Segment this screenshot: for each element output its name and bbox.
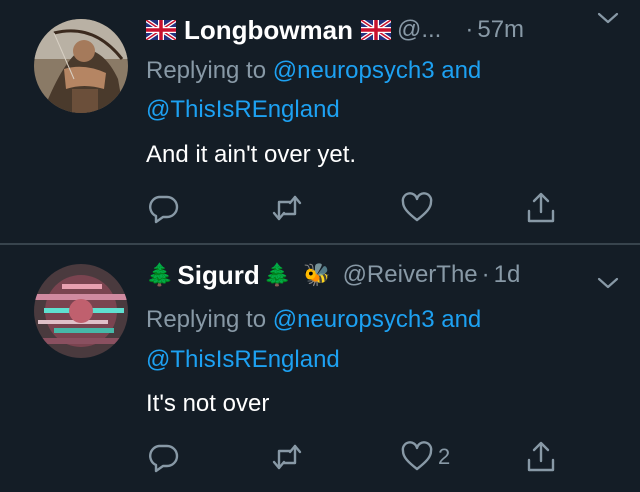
timestamp[interactable]: 57m (477, 16, 524, 44)
like-button[interactable]: 2 (400, 437, 450, 477)
like-count: 2 (438, 444, 451, 469)
mention-link[interactable]: @neuropsych3 (273, 306, 435, 333)
tweet-longbowman[interactable]: Longbowman @... · 57m Replying to @neuro… (0, 0, 640, 244)
share-button[interactable] (524, 437, 558, 477)
share-icon (527, 441, 555, 472)
tweet-actions: 2 (0, 437, 640, 477)
more-options-button[interactable] (596, 275, 620, 291)
retweet-icon (272, 444, 302, 470)
retweet-icon (272, 195, 302, 221)
avatar[interactable] (34, 264, 128, 358)
reply-icon (149, 195, 179, 224)
bee-emoji-icon: 🐝 (303, 262, 331, 287)
mention-link[interactable]: @ThisIsREngland (146, 96, 340, 123)
user-handle[interactable]: @... (397, 16, 441, 44)
archer-avatar-image (34, 19, 128, 113)
replying-to-line-2: @ThisIsREngland (146, 341, 340, 379)
tree-emoji-icon: 🌲 (146, 262, 174, 287)
chevron-down-icon (597, 12, 619, 24)
like-button[interactable] (400, 188, 438, 228)
display-name[interactable]: Longbowman (184, 15, 353, 46)
share-button[interactable] (524, 188, 558, 228)
reply-button[interactable] (146, 188, 180, 228)
tweet-text: It's not over (146, 390, 270, 417)
uk-flag-icon (146, 20, 176, 40)
mention-link[interactable]: @ThisIsREngland (146, 346, 340, 373)
user-handle[interactable]: @ReiverThe (343, 261, 478, 289)
glitch-avatar-image (34, 264, 128, 358)
tweet-sigurd[interactable]: 🌲 Sigurd 🌲 🐝 @ReiverThe · 1d Replying to… (0, 245, 640, 492)
mention-link[interactable]: @neuropsych3 (273, 57, 435, 84)
reply-button[interactable] (146, 437, 180, 477)
retweet-button[interactable] (270, 188, 304, 228)
replying-to-line: Replying to @neuropsych3 and (146, 52, 481, 90)
uk-flag-icon (360, 20, 391, 40)
replying-to-line: Replying to @neuropsych3 and (146, 301, 481, 339)
replying-to-line-2: @ThisIsREngland (146, 91, 340, 129)
retweet-button[interactable] (270, 437, 304, 477)
tweet-header: 🌲 Sigurd 🌲 🐝 @ReiverThe · 1d (146, 257, 626, 293)
display-name[interactable]: Sigurd (177, 260, 259, 291)
more-options-button[interactable] (596, 10, 620, 26)
separator-dot: · (481, 261, 490, 288)
and-label: and (434, 306, 482, 333)
heart-icon (401, 192, 433, 222)
tweet-actions (0, 188, 640, 228)
and-label: and (434, 57, 482, 84)
tweet-text: And it ain't over yet. (146, 141, 357, 168)
replying-to-label: Replying to (146, 57, 273, 84)
tweet-header: Longbowman @... · 57m (146, 12, 626, 48)
avatar[interactable] (34, 19, 128, 113)
timestamp[interactable]: 1d (494, 261, 521, 289)
share-icon (527, 192, 555, 223)
tree-emoji-icon: 🌲 (263, 262, 292, 287)
separator-dot: · (465, 16, 474, 43)
reply-icon (149, 444, 179, 473)
chevron-down-icon (597, 277, 619, 289)
heart-icon (401, 441, 433, 471)
replying-to-label: Replying to (146, 306, 273, 333)
